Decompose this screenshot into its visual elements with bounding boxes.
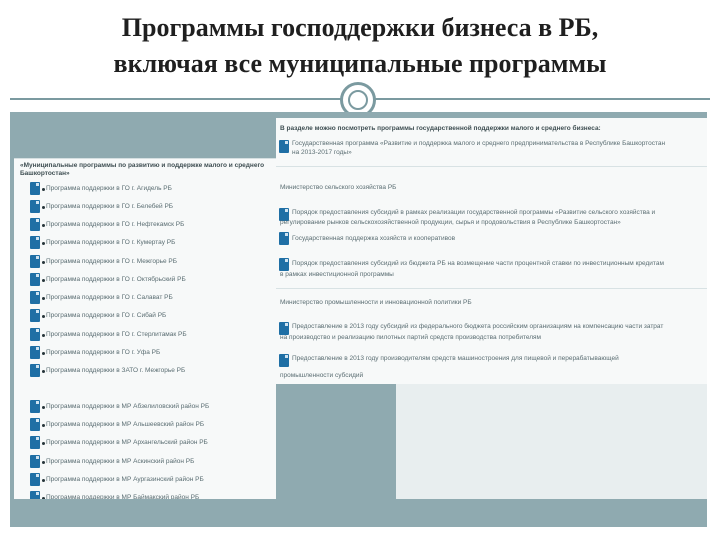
list-item[interactable]: Программа поддержки в ГО г. Межгорье РБ <box>46 258 177 266</box>
document-icon <box>30 200 40 213</box>
slide-title-line-1: Программы господдержки бизнеса в РБ, <box>121 13 599 42</box>
list-item[interactable]: Программа поддержки в ГО г. Белебей РБ <box>46 203 173 211</box>
left-header-cont: Башкортостан» <box>20 170 70 177</box>
slide-title: Программы господдержки бизнеса в РБ, вкл… <box>0 10 720 82</box>
bullet <box>42 297 45 300</box>
bullet <box>42 242 45 245</box>
list-item[interactable]: Программа поддержки в ГО г. Октябрьский … <box>46 276 186 284</box>
document-icon <box>279 354 289 367</box>
list-item[interactable]: Программа поддержки в ГО г. Салават РБ <box>46 294 173 302</box>
list-item[interactable]: Программа поддержки в МР Абзелиловский р… <box>46 403 209 411</box>
ministry1-link-1[interactable]: Порядок предоставления субсидий в рамках… <box>292 209 655 217</box>
list-item[interactable]: Программа поддержки в МР Альшеевский рай… <box>46 421 204 429</box>
ministry-heading-1: Министерство сельского хозяйства РБ <box>280 184 397 191</box>
document-icon <box>30 182 40 195</box>
document-icon <box>30 236 40 249</box>
blank-area <box>396 384 707 499</box>
bullet <box>42 461 45 464</box>
bullet <box>42 315 45 318</box>
bullet <box>42 424 45 427</box>
bottom-bar <box>10 499 707 527</box>
document-icon <box>30 309 40 322</box>
document-icon <box>279 258 289 271</box>
list-item[interactable]: Программа поддержки в ГО г. Уфа РБ <box>46 349 160 357</box>
bullet <box>42 352 45 355</box>
list-item[interactable]: Программа поддержки в МР Архангельский р… <box>46 439 208 447</box>
document-icon <box>30 473 40 486</box>
screenshot-frame: В разделе можно посмотреть программы гос… <box>10 112 707 527</box>
divider <box>276 166 707 167</box>
left-header: «Муниципальные программы по развитию и п… <box>20 162 265 169</box>
document-icon <box>279 232 289 245</box>
document-icon <box>30 400 40 413</box>
document-icon <box>279 140 289 153</box>
left-panel: «Муниципальные программы по развитию и п… <box>14 158 276 504</box>
document-icon <box>30 455 40 468</box>
document-icon <box>30 436 40 449</box>
ministry2-link-1-cont[interactable]: на производство и реализацию пилотных па… <box>280 334 541 342</box>
ministry1-link-2[interactable]: Государственная поддержка хозяйств и коо… <box>292 235 455 243</box>
document-icon <box>30 255 40 268</box>
document-icon <box>30 273 40 286</box>
document-icon <box>30 218 40 231</box>
bullet <box>42 479 45 482</box>
document-icon <box>30 346 40 359</box>
bullet <box>42 370 45 373</box>
document-icon <box>30 291 40 304</box>
list-item[interactable]: Программа поддержки в ГО г. Агидель РБ <box>46 185 172 193</box>
divider <box>276 288 707 289</box>
program-link-top[interactable]: Государственная программа «Развитие и по… <box>292 140 665 148</box>
program-link-top-cont[interactable]: на 2013-2017 годы» <box>292 149 352 157</box>
ministry-heading-2: Министерство промышленности и инновацион… <box>280 299 472 306</box>
document-icon <box>30 364 40 377</box>
right-panel: В разделе можно посмотреть программы гос… <box>276 118 707 384</box>
ministry1-link-3[interactable]: Порядок предоставления субсидий из бюдже… <box>292 260 664 268</box>
list-item[interactable]: Программа поддержки в ГО г. Нефтекамск Р… <box>46 221 184 229</box>
document-icon <box>30 328 40 341</box>
bullet <box>42 406 45 409</box>
right-intro: В разделе можно посмотреть программы гос… <box>280 125 601 132</box>
list-item[interactable]: Программа поддержки в МР Аургазинский ра… <box>46 476 204 484</box>
bullet <box>42 261 45 264</box>
bullet <box>42 442 45 445</box>
ministry2-link-1[interactable]: Предоставление в 2013 году субсидий из ф… <box>292 323 663 331</box>
ministry2-link-2-cont[interactable]: промышленности субсидий <box>280 372 363 380</box>
ministry1-link-3-cont[interactable]: в рамках инвестиционной программы <box>280 271 394 279</box>
list-item[interactable]: Программа поддержки в ГО г. Кумертау РБ <box>46 239 175 247</box>
slide-title-line-2: включая все муниципальные программы <box>113 49 607 78</box>
bullet <box>42 224 45 227</box>
ministry2-link-2[interactable]: Предоставление в 2013 году производителя… <box>292 355 619 363</box>
bullet <box>42 279 45 282</box>
list-item[interactable]: Программа поддержки в МР Аскинский район… <box>46 458 194 466</box>
bullet <box>42 334 45 337</box>
ministry1-link-1-cont[interactable]: регулирование рынков сельскохозяйственно… <box>280 219 621 227</box>
list-item[interactable]: Программа поддержки в ЗАТО г. Межгорье Р… <box>46 367 185 375</box>
list-item[interactable]: Программа поддержки в ГО г. Стерлитамак … <box>46 331 187 339</box>
list-item[interactable]: Программа поддержки в ГО г. Сибай РБ <box>46 312 166 320</box>
document-icon <box>30 418 40 431</box>
bullet <box>42 188 45 191</box>
bullet <box>42 206 45 209</box>
